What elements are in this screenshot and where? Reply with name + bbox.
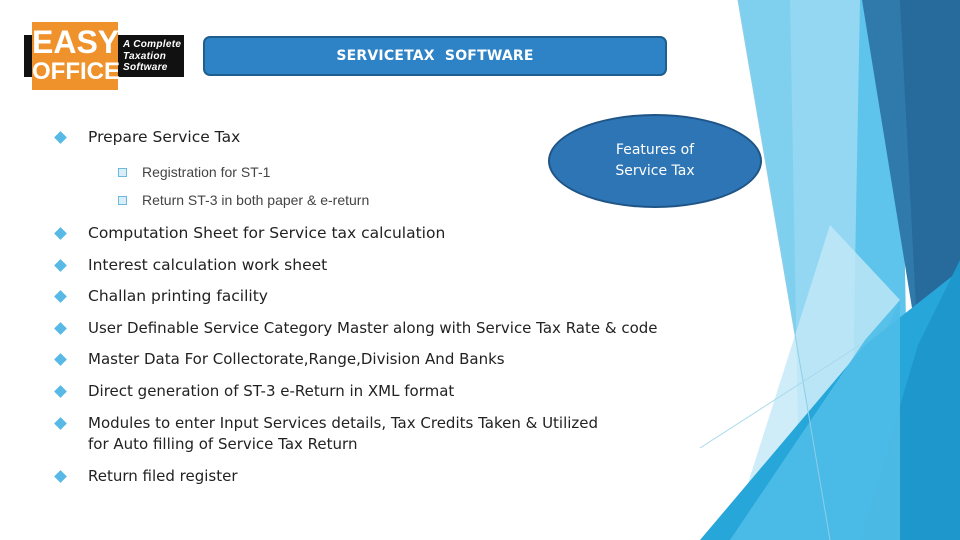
logo-tagline: A Complete Taxation Software <box>123 39 181 74</box>
list-item-text: Master Data For Collectorate,Range,Divis… <box>88 350 505 368</box>
logo-tagline-line: A Complete <box>123 39 182 50</box>
list-item-text: Computation Sheet for Service tax calcul… <box>88 224 446 242</box>
logo-text-easy: EASY <box>32 24 120 60</box>
easy-office-logo: EASY OFFICE A Complete Taxation Software <box>24 20 184 90</box>
list-item-text: Challan printing facility <box>88 287 268 305</box>
logo-tagline-line: Taxation <box>123 50 167 62</box>
list-item-text: Return filed register <box>88 467 238 485</box>
list-item-text: Modules to enter Input Services details,… <box>88 414 599 432</box>
logo-orange-block: EASY OFFICE <box>32 22 120 90</box>
page-title-banner: SERVICETAX SOFTWARE <box>203 36 667 76</box>
square-bullet-icon <box>118 168 127 177</box>
callout-line: Service Tax <box>615 163 695 179</box>
sub-list-item-text: Return ST-3 in both paper & e-return <box>142 192 370 208</box>
logo-tagline-line: Software <box>123 62 168 73</box>
features-callout-ellipse: Features of Service Tax <box>548 114 762 208</box>
sub-list-item-text: Registration for ST-1 <box>142 164 271 180</box>
list-item-text: Interest calculation work sheet <box>88 256 328 274</box>
list-item-text: Direct generation of ST-3 e-Return in XM… <box>88 382 455 400</box>
list-item-text: User Definable Service Category Master a… <box>88 319 658 337</box>
square-bullet-icon <box>118 196 127 205</box>
logo-text-office: OFFICE <box>32 58 120 85</box>
list-item-text-continuation: for Auto filling of Service Tax Return <box>88 435 358 453</box>
page-title: SERVICETAX SOFTWARE <box>336 48 534 64</box>
list-item-text: Prepare Service Tax <box>88 128 241 146</box>
callout-line: Features of <box>615 142 695 158</box>
